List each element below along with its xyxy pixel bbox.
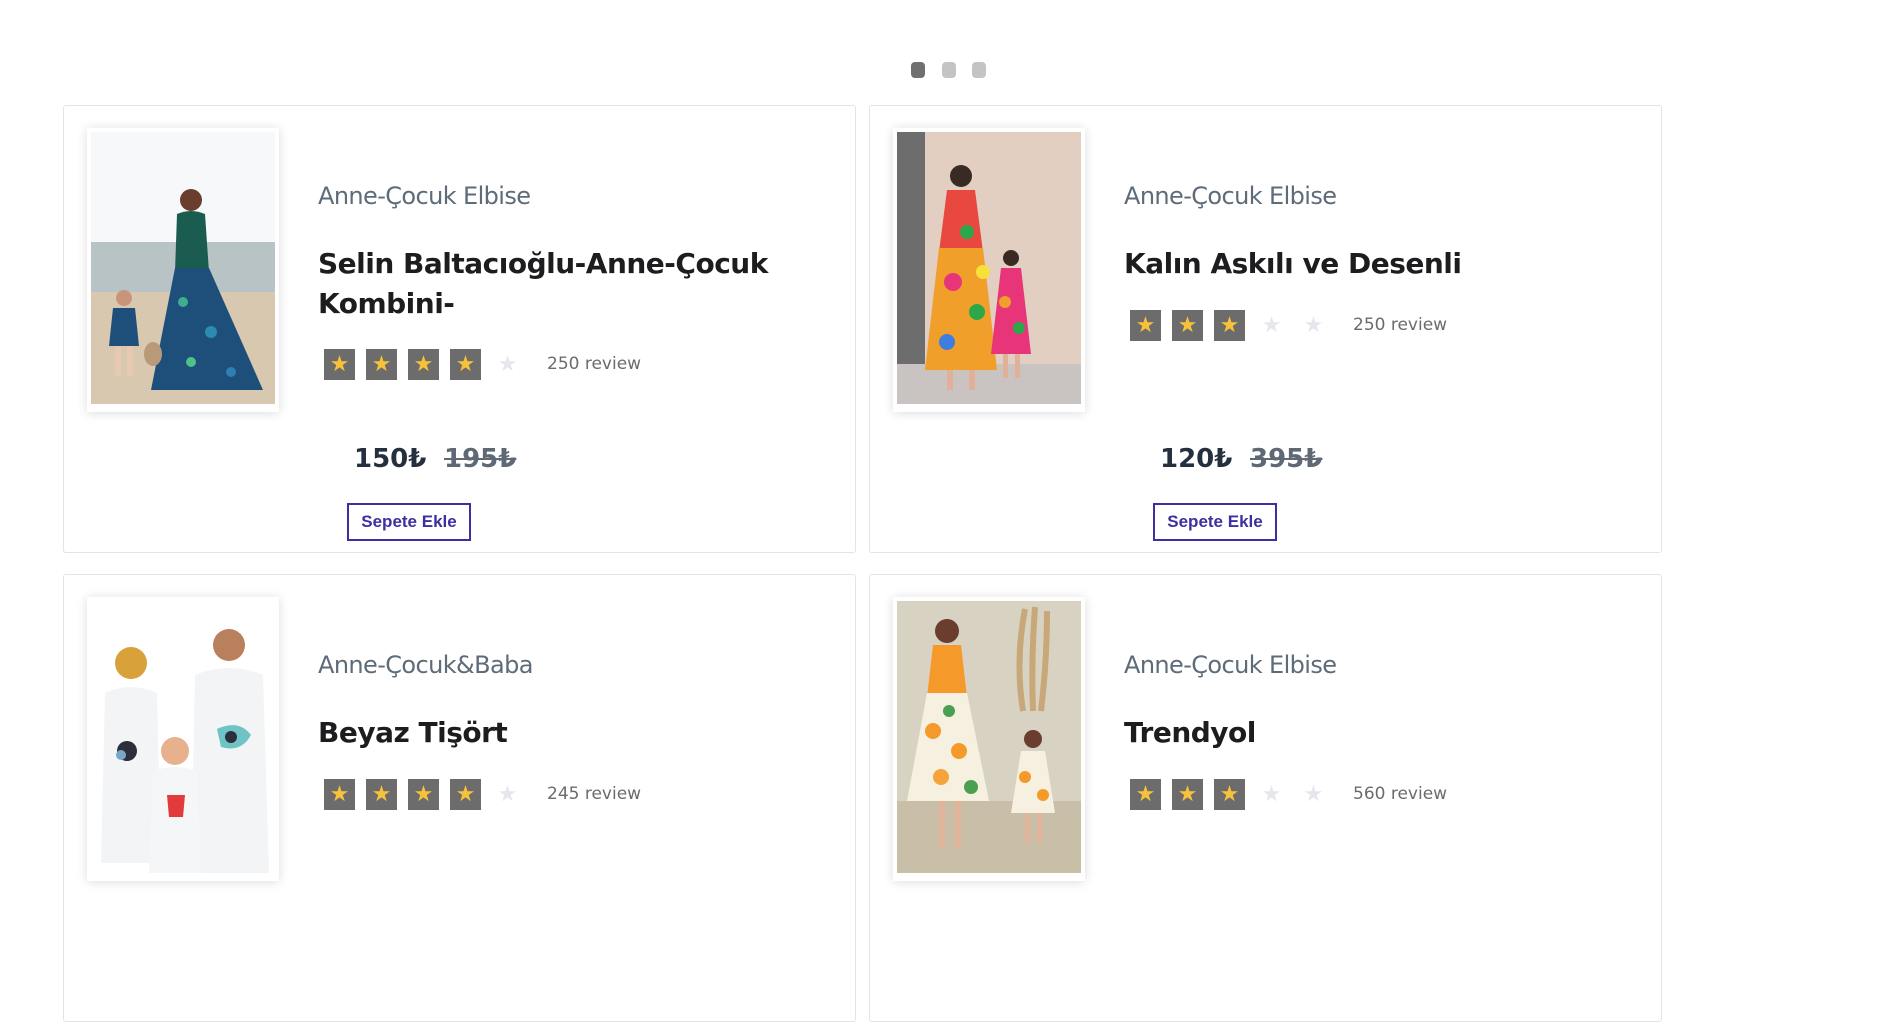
- product-photo-art: [897, 132, 1081, 404]
- product-card[interactable]: Anne-Çocuk Elbise Trendyol ★ ★ ★ ★ ★ 560…: [869, 574, 1662, 1022]
- star-empty-icon: ★: [497, 781, 518, 806]
- star-empty-icon: ★: [1261, 312, 1282, 337]
- star-empty-icon: ★: [497, 351, 518, 376]
- product-rating: ★ ★ ★ ★ ★ 250 review: [1130, 309, 1447, 341]
- review-count: 560 review: [1353, 784, 1448, 804]
- product-old-price: 195₺: [444, 444, 517, 474]
- star-icon: ★: [1172, 778, 1203, 810]
- product-photo-art: [91, 601, 275, 873]
- product-rating: ★ ★ ★ ★ ★ 245 review: [324, 778, 641, 810]
- star-icon: ★: [324, 778, 355, 810]
- product-card[interactable]: Anne-Çocuk Elbise Selin Baltacıoğlu-Anne…: [63, 105, 856, 553]
- review-count: 245 review: [547, 784, 642, 804]
- product-photo: [897, 132, 1081, 404]
- product-photo: [897, 601, 1081, 873]
- product-image[interactable]: [87, 128, 279, 412]
- review-count: 250 review: [547, 354, 642, 374]
- product-image[interactable]: [893, 597, 1085, 881]
- product-title[interactable]: Beyaz Tişört: [318, 713, 788, 753]
- star-icon: ★: [1130, 778, 1161, 810]
- star-icon: ★: [366, 348, 397, 380]
- product-title[interactable]: Trendyol: [1124, 713, 1594, 753]
- product-image[interactable]: [87, 597, 279, 881]
- carousel-dot-1[interactable]: [911, 62, 925, 78]
- product-card[interactable]: Anne-Çocuk Elbise Kalın Askılı ve Desenl…: [869, 105, 1662, 553]
- carousel-indicators: [0, 62, 1877, 78]
- star-empty-icon: ★: [1303, 781, 1324, 806]
- star-icon: ★: [450, 778, 481, 810]
- add-to-cart-button[interactable]: Sepete Ekle: [347, 503, 471, 541]
- star-icon: ★: [1130, 309, 1161, 341]
- star-empty-icon: ★: [1303, 312, 1324, 337]
- product-photo: [91, 601, 275, 873]
- product-image[interactable]: [893, 128, 1085, 412]
- star-icon: ★: [408, 348, 439, 380]
- carousel-dot-3[interactable]: [972, 62, 986, 78]
- product-title[interactable]: Selin Baltacıoğlu-Anne-Çocuk Kombini-: [318, 244, 788, 324]
- product-photo-art: [91, 132, 275, 404]
- star-icon: ★: [408, 778, 439, 810]
- star-icon: ★: [450, 348, 481, 380]
- add-to-cart-button[interactable]: Sepete Ekle: [1153, 503, 1277, 541]
- product-price: 150₺: [354, 444, 427, 474]
- product-category: Anne-Çocuk Elbise: [318, 182, 531, 210]
- product-title[interactable]: Kalın Askılı ve Desenli: [1124, 244, 1594, 284]
- product-rating: ★ ★ ★ ★ ★ 250 review: [324, 348, 641, 380]
- product-card[interactable]: Anne-Çocuk&Baba Beyaz Tişört ★ ★ ★ ★ ★ 2…: [63, 574, 856, 1022]
- product-category: Anne-Çocuk Elbise: [1124, 182, 1337, 210]
- product-category: Anne-Çocuk Elbise: [1124, 651, 1337, 679]
- product-rating: ★ ★ ★ ★ ★ 560 review: [1130, 778, 1447, 810]
- star-icon: ★: [366, 778, 397, 810]
- product-photo: [91, 132, 275, 404]
- carousel-dot-2[interactable]: [942, 62, 956, 78]
- star-icon: ★: [324, 348, 355, 380]
- review-count: 250 review: [1353, 315, 1448, 335]
- star-icon: ★: [1214, 309, 1245, 341]
- product-category: Anne-Çocuk&Baba: [318, 651, 533, 679]
- star-icon: ★: [1214, 778, 1245, 810]
- product-price: 120₺: [1160, 444, 1233, 474]
- star-empty-icon: ★: [1261, 781, 1282, 806]
- star-icon: ★: [1172, 309, 1203, 341]
- product-old-price: 395₺: [1250, 444, 1323, 474]
- product-photo-art: [897, 601, 1081, 873]
